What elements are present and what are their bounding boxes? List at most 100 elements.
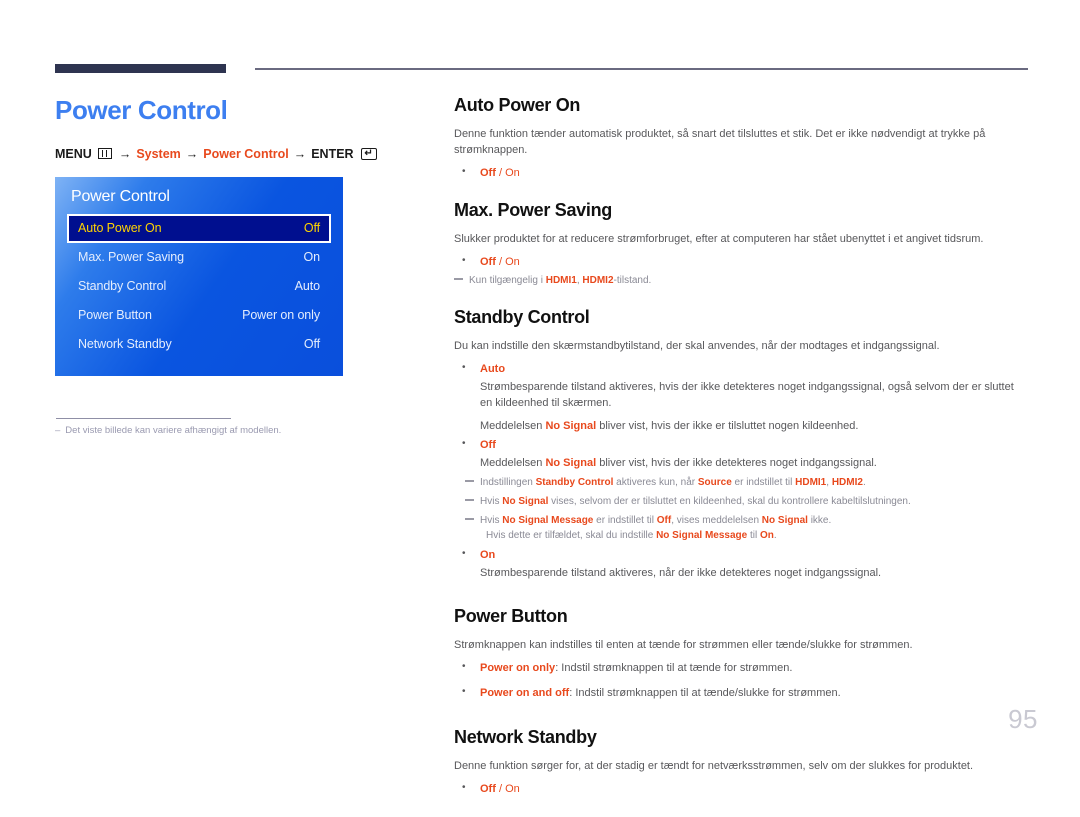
note-text: . — [862, 477, 866, 489]
option-item-auto: Auto Strømbesparende tilstand aktiveres,… — [454, 360, 1028, 434]
option-value-on: On — [505, 166, 520, 179]
option-value-off: Off — [480, 166, 496, 179]
section-power-button: Power Button Strømknappen kan indstilles… — [454, 606, 1028, 702]
note-text: , vises meddelelsen — [671, 515, 762, 527]
standby-note-item: Hvis No Signal vises, selvom der er tils… — [454, 494, 1028, 509]
section-body: Slukker produktet for at reducere strømf… — [454, 232, 984, 245]
osd-row-value: Auto — [294, 279, 320, 294]
footnote: – Det viste billede kan variere afhængig… — [55, 425, 415, 437]
breadcrumb-step-system: System — [136, 146, 181, 161]
footnote-dash: – — [55, 424, 61, 436]
section-heading: Power Button — [454, 606, 568, 627]
note-text: til — [747, 530, 760, 542]
note-text: . — [773, 530, 777, 542]
section-max-power-saving: Max. Power Saving Slukker produktet for … — [454, 200, 1028, 288]
note-emphasis: No Signal — [761, 515, 808, 527]
note-emphasis: HDMI2 — [831, 477, 863, 489]
osd-row-standby-control[interactable]: Standby Control Auto — [67, 272, 331, 301]
footnote-divider — [56, 417, 231, 419]
osd-row-label: Max. Power Saving — [78, 250, 184, 265]
osd-menu-screenshot: Power Control Auto Power On Off Max. Pow… — [55, 176, 343, 376]
header-rules — [0, 64, 1080, 78]
section-body: Denne funktion sørger for, at der stadig… — [454, 759, 974, 772]
option-value-on: On — [505, 255, 520, 268]
section-heading: Standby Control — [454, 307, 590, 328]
section-auto-power-on: Auto Power On Denne funktion tænder auto… — [454, 95, 1028, 182]
breadcrumb: MENU → System → Power Control → ENTER ↵ — [55, 147, 415, 161]
breadcrumb-arrow-1: → — [118, 146, 132, 161]
option-description: : Indstil strømknappen til at tænde for … — [555, 661, 793, 674]
option-value-on: On — [505, 782, 520, 795]
option-label: Power on and off — [480, 687, 570, 700]
section-heading: Max. Power Saving — [454, 200, 612, 221]
desc-post: bliver vist, hvis der ikke er tilsluttet… — [596, 419, 859, 432]
note-text: er indstillet til — [593, 515, 657, 527]
osd-row-value: Power on only — [242, 308, 320, 323]
breadcrumb-menu-label: MENU — [55, 146, 92, 161]
footnote-text: Det viste billede kan variere afhængigt … — [65, 424, 282, 436]
osd-row-max-power-saving[interactable]: Max. Power Saving On — [67, 243, 331, 272]
option-value-off: Off — [480, 255, 496, 268]
option-item-power-on-and-off: Power on and off: Indstil strømknappen t… — [454, 684, 1028, 702]
option-value-off: Off — [480, 782, 496, 795]
osd-row-label: Auto Power On — [78, 221, 162, 236]
desc-pre: Meddelelsen — [480, 419, 546, 432]
option-separator: / — [495, 255, 506, 268]
osd-row-network-standby[interactable]: Network Standby Off — [67, 330, 331, 359]
note-text: er indstillet til — [731, 477, 796, 489]
standby-note-item: Hvis No Signal Message er indstillet til… — [454, 513, 1028, 543]
note-emphasis: Off — [656, 515, 672, 527]
section-body: Denne funktion tænder automatisk produkt… — [454, 127, 986, 156]
breadcrumb-step-power-control: Power Control — [203, 146, 289, 161]
section-heading: Auto Power On — [454, 95, 581, 115]
note-text: aktiveres kun, når — [613, 477, 698, 489]
enter-key-glyph: ↵ — [364, 147, 373, 159]
breadcrumb-enter-label: ENTER — [311, 146, 354, 161]
option-description: : Indstil strømknappen til at tænde/sluk… — [569, 687, 841, 700]
osd-row-auto-power-on[interactable]: Auto Power On Off — [67, 213, 331, 243]
left-column: Power Control MENU → System → Power Cont… — [55, 96, 415, 437]
note-text-post: -tilstand. — [613, 275, 652, 287]
option-item-power-on-only: Power on only: Indstil strømknappen til … — [454, 659, 1028, 677]
option-separator: / — [495, 782, 506, 795]
option-list: Off / On — [454, 253, 1028, 271]
standby-note-continuation: Hvis dette er tilfældet, skal du indstil… — [480, 528, 1028, 543]
option-description: Meddelelsen No Signal bliver vist, hvis … — [480, 455, 1028, 472]
right-column: Auto Power On Denne funktion tænder auto… — [454, 95, 1028, 817]
option-item: Off / On — [454, 164, 1028, 182]
option-label-auto: Auto — [480, 363, 506, 376]
section-network-standby: Network Standby Denne funktion sørger fo… — [454, 726, 1028, 797]
standby-note-item: Indstillingen Standby Control aktiveres … — [454, 475, 1028, 490]
osd-row-power-button[interactable]: Power Button Power on only — [67, 301, 331, 330]
note-emphasis: No Signal — [502, 496, 549, 508]
note-emphasis: Standby Control — [535, 477, 614, 489]
breadcrumb-arrow-2: → — [185, 146, 199, 161]
option-description: Strømbesparende tilstand aktiveres, når … — [480, 566, 882, 579]
page-number: 95 — [1008, 704, 1038, 734]
option-label-on: On — [480, 549, 496, 562]
option-list: Power on only: Indstil strømknappen til … — [454, 659, 1028, 702]
option-list: Off / On — [454, 164, 1028, 182]
desc-pre: Meddelelsen — [480, 456, 546, 469]
osd-row-label: Standby Control — [78, 279, 167, 294]
option-item-off: Off Meddelelsen No Signal bliver vist, h… — [454, 436, 1028, 472]
note-emphasis: HDMI1 — [795, 477, 827, 489]
header-bar-thick — [55, 64, 226, 73]
menu-grid-icon — [97, 148, 112, 160]
standby-notes-list: Indstillingen Standby Control aktiveres … — [454, 475, 1028, 543]
section-heading: Network Standby — [454, 726, 597, 747]
page-title: Power Control — [55, 95, 228, 125]
note-emphasis: Source — [697, 477, 732, 489]
note-emphasis: On — [760, 530, 774, 542]
option-item: Off / On — [454, 253, 1028, 271]
header-bar-thin — [255, 68, 1028, 70]
osd-row-label: Network Standby — [78, 337, 172, 352]
option-description: Strømbesparende tilstand aktiveres, hvis… — [480, 380, 1014, 410]
breadcrumb-arrow-3: → — [293, 146, 307, 161]
osd-row-value: Off — [303, 221, 320, 236]
enter-key-icon: ↵ — [360, 147, 377, 160]
note-emphasis: No Signal Message — [502, 515, 594, 527]
desc-highlight-no-signal: No Signal — [545, 456, 597, 469]
note-text-pre: Kun tilgængelig i — [469, 275, 546, 287]
note-text: vises, selvom der er tilsluttet en kilde… — [548, 496, 911, 508]
